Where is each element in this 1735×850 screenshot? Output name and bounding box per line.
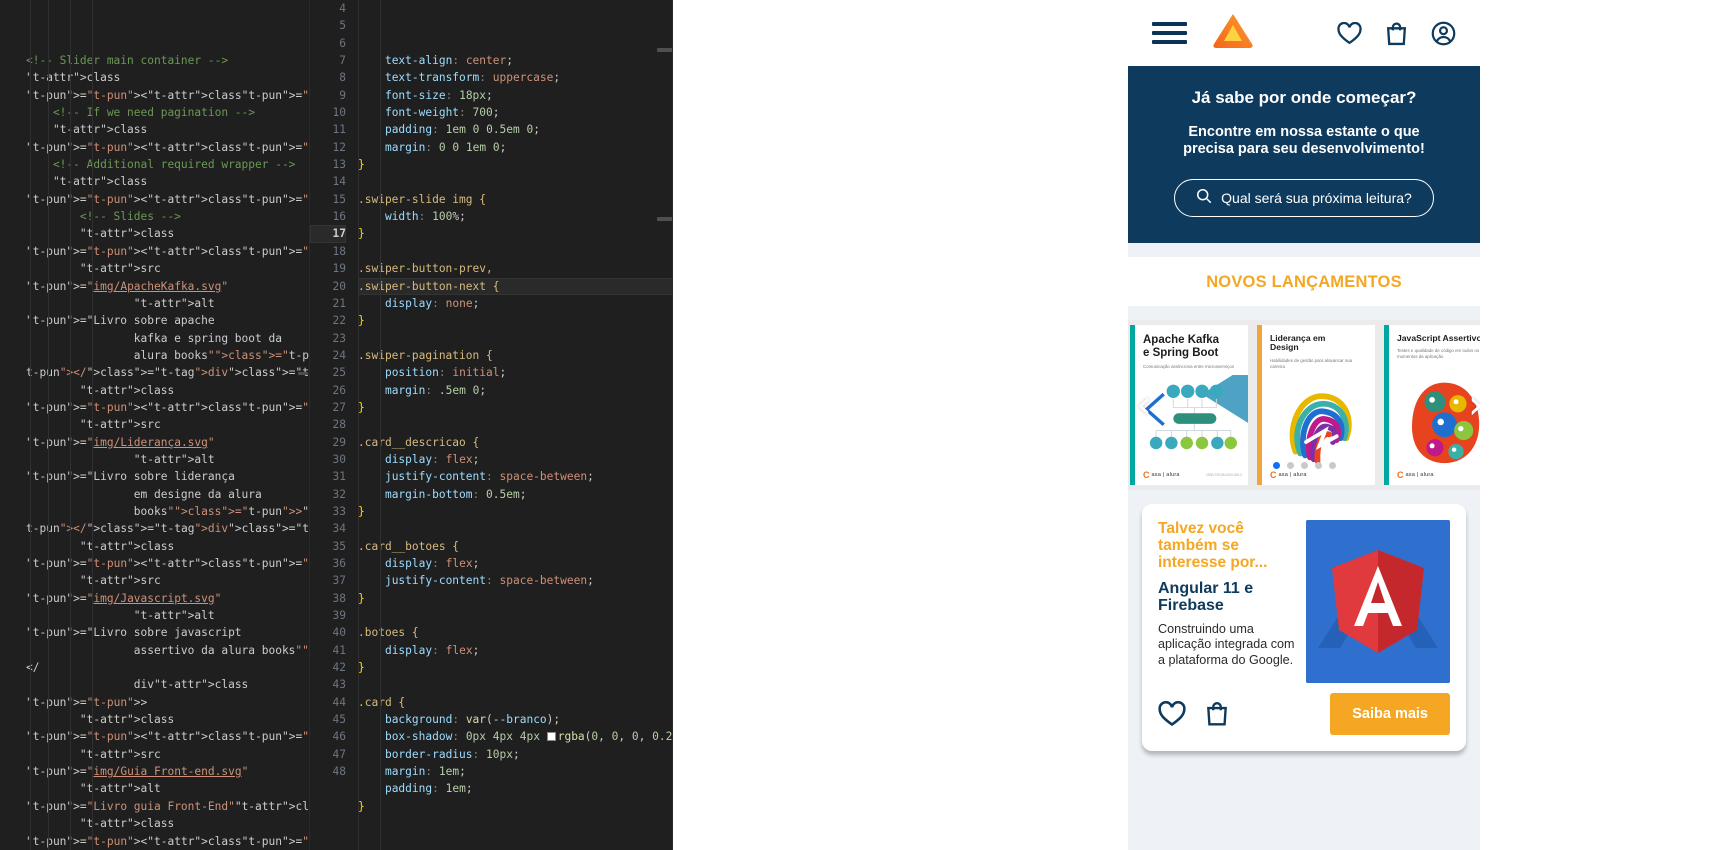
hero-subtitle-line1: Encontre em nossa estante o que bbox=[1188, 124, 1420, 140]
html-editor-gutter bbox=[0, 0, 26, 850]
search-placeholder: Qual será sua próxima leitura? bbox=[1221, 190, 1412, 207]
carousel-prev-button[interactable]: ‹ bbox=[1136, 385, 1152, 425]
html-editor-panel[interactable]: <!-- Slider main container --> "t-attr">c… bbox=[0, 0, 310, 850]
shopping-bag-icon[interactable] bbox=[1384, 21, 1409, 46]
hero-banner: Já sabe por onde começar? Encontre em no… bbox=[1128, 66, 1480, 244]
pagination-dot[interactable] bbox=[1300, 461, 1308, 469]
favorite-heart-icon[interactable] bbox=[1158, 700, 1186, 727]
browser-preview: Já sabe por onde começar? Encontre em no… bbox=[673, 0, 1735, 850]
hero-subtitle-line2: precisa para seu desenvolvimento! bbox=[1183, 140, 1425, 157]
book-cover-art bbox=[1289, 392, 1352, 464]
swiper-slide[interactable]: Liderança em Design Habilidades de gestão… bbox=[1257, 324, 1375, 485]
book-footer: Casa | alura bbox=[1397, 470, 1480, 480]
book-title: JavaScript Assertivo bbox=[1397, 332, 1480, 343]
pagination-dot[interactable] bbox=[1286, 461, 1294, 469]
site-header bbox=[1128, 0, 1480, 66]
favorites-heart-icon[interactable] bbox=[1337, 21, 1362, 45]
book-subtitle: Comunicação assíncrona entre microsservi… bbox=[1143, 364, 1235, 370]
search-icon bbox=[1196, 188, 1212, 209]
saiba-mais-button[interactable]: Saiba mais bbox=[1330, 692, 1450, 735]
descricao: Talvez você também se interesse por... A… bbox=[1158, 520, 1296, 683]
search-input[interactable]: Qual será sua próxima leitura? bbox=[1174, 179, 1434, 218]
html-editor-code[interactable]: <!-- Slider main container --> "t-attr">c… bbox=[26, 0, 310, 850]
add-to-cart-bag-icon[interactable] bbox=[1204, 700, 1230, 727]
alura-logo-mark: Casa | alura bbox=[1397, 469, 1434, 480]
alura-logo-mark: Casa | alura bbox=[1270, 469, 1307, 480]
book-footer: Casa | alura bbox=[1270, 470, 1369, 480]
css-editor-panel[interactable]: 4 5 6 7 8 9 10 11 12 13 14 15 16 17 18 19 20 21 22 23 24 25 26… bbox=[310, 0, 673, 850]
book-isbn: ISBN 978-85-0000-000-0 bbox=[1206, 472, 1242, 477]
book-subtitle: Habilidades de gestão para alavancar sua… bbox=[1270, 357, 1353, 369]
alura-books-page: Já sabe por onde começar? Encontre em no… bbox=[1128, 0, 1480, 850]
hero-subtitle: Encontre em nossa estante o que precisa … bbox=[1144, 124, 1464, 157]
book-subtitle: Testes e qualidade de código em todos os… bbox=[1397, 348, 1480, 360]
css-editor-gutter: 4 5 6 7 8 9 10 11 12 13 14 15 16 17 18 19 20 21 22 23 24 25 26… bbox=[310, 0, 358, 850]
card-botoes: Saiba mais bbox=[1158, 692, 1450, 735]
botoes bbox=[1158, 700, 1230, 727]
hamburger-menu-icon[interactable] bbox=[1152, 22, 1187, 44]
descricao-texto: Construindo uma aplicação integrada com … bbox=[1158, 621, 1295, 667]
pagination-dot[interactable] bbox=[1272, 461, 1280, 469]
card-cover-image bbox=[1306, 519, 1450, 683]
book-title: Apache Kafka e Spring Boot bbox=[1143, 333, 1220, 359]
card-descricao: Talvez você também se interesse por... A… bbox=[1158, 519, 1450, 683]
book-cover-art bbox=[1411, 382, 1480, 463]
alura-books-logo[interactable] bbox=[1211, 11, 1255, 55]
carousel-pagination[interactable] bbox=[1128, 461, 1480, 469]
swiper-slide[interactable]: JavaScript Assertivo Testes e qualidade … bbox=[1384, 324, 1480, 485]
launches-title: NOVOS LANÇAMENTOS bbox=[1128, 257, 1480, 307]
pagination-dot[interactable] bbox=[1314, 461, 1322, 469]
recommendation-card: Talvez você também se interesse por... A… bbox=[1142, 503, 1466, 751]
book-title: Liderança em Design bbox=[1270, 332, 1326, 353]
book-carousel[interactable]: Apache Kafka e Spring Boot Comunicação as… bbox=[1128, 319, 1480, 490]
css-editor-code[interactable]: text-align: center; text-transform: uppe… bbox=[358, 0, 673, 850]
alura-logo-mark: Casa | alura bbox=[1143, 469, 1180, 480]
descricao-nome: Angular 11 e Firebase bbox=[1158, 579, 1254, 615]
hero-title: Já sabe por onde começar? bbox=[1191, 88, 1417, 107]
descricao-titulo: Talvez você também se interesse por... bbox=[1158, 519, 1268, 572]
book-footer: Casa | alura ISBN 978-85-0000-000-0 bbox=[1143, 470, 1242, 480]
carousel-next-button[interactable]: › bbox=[1468, 385, 1480, 425]
user-account-icon[interactable] bbox=[1431, 21, 1456, 46]
pagination-dot[interactable] bbox=[1328, 461, 1336, 469]
